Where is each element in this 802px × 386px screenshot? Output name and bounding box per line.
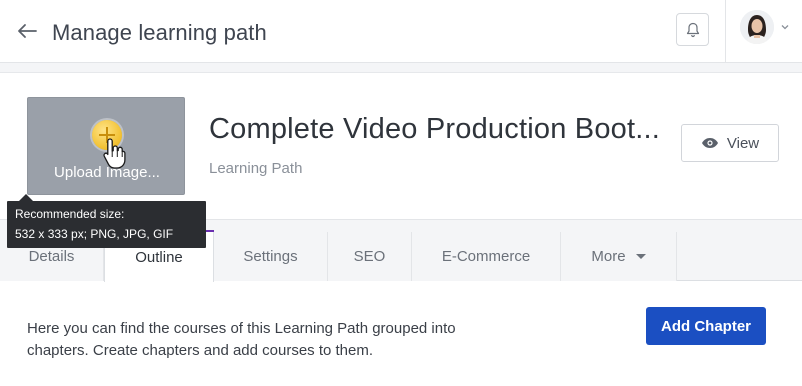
- avatar: [740, 10, 774, 44]
- arrow-left-icon: [18, 24, 37, 38]
- notifications-button[interactable]: [676, 13, 709, 46]
- tooltip-line-1: Recommended size:: [15, 207, 125, 221]
- tab-seo[interactable]: SEO: [328, 232, 412, 281]
- outline-description: Here you can find the courses of this Le…: [27, 320, 456, 359]
- outline-panel: Here you can find the courses of this Le…: [0, 281, 802, 386]
- tooltip-line-2: 532 x 333 px; PNG, JPG, GIF: [15, 227, 174, 241]
- view-button-label: View: [726, 134, 760, 152]
- top-bar: Manage learning path: [0, 0, 802, 63]
- tab-more[interactable]: More: [561, 232, 677, 281]
- course-type-label: Learning Path: [209, 160, 303, 177]
- view-button[interactable]: View: [681, 124, 779, 162]
- add-chapter-button[interactable]: Add Chapter: [646, 307, 766, 345]
- upload-size-tooltip: Recommended size: 532 x 333 px; PNG, JPG…: [7, 194, 206, 248]
- tab-seo-label: SEO: [353, 248, 386, 265]
- upload-image-label: Upload Image...: [54, 164, 160, 181]
- header-separator: [0, 63, 802, 73]
- eye-icon: [701, 138, 718, 148]
- upload-image-button[interactable]: Upload Image...: [27, 97, 185, 195]
- page-title: Manage learning path: [52, 20, 267, 45]
- bell-icon: [686, 22, 699, 37]
- tab-settings[interactable]: Settings: [214, 232, 328, 281]
- learning-path-header: Upload Image... Complete Video Productio…: [0, 73, 802, 219]
- back-button[interactable]: [14, 18, 40, 44]
- tab-details-label: Details: [28, 248, 75, 265]
- tab-outline-label: Outline: [135, 248, 183, 266]
- topbar-divider: [725, 0, 726, 63]
- user-avatar: [740, 10, 774, 44]
- tab-more-label: More: [591, 248, 626, 265]
- tab-settings-label: Settings: [243, 248, 298, 265]
- chevron-down-icon: [781, 25, 789, 30]
- caret-down-icon: [635, 254, 646, 259]
- add-chapter-label: Add Chapter: [661, 317, 751, 335]
- tab-e-commerce-label: E-Commerce: [441, 248, 531, 265]
- user-menu[interactable]: [740, 10, 790, 44]
- course-title: Complete Video Production Boot...: [209, 113, 661, 145]
- tab-e-commerce[interactable]: E-Commerce: [412, 232, 561, 281]
